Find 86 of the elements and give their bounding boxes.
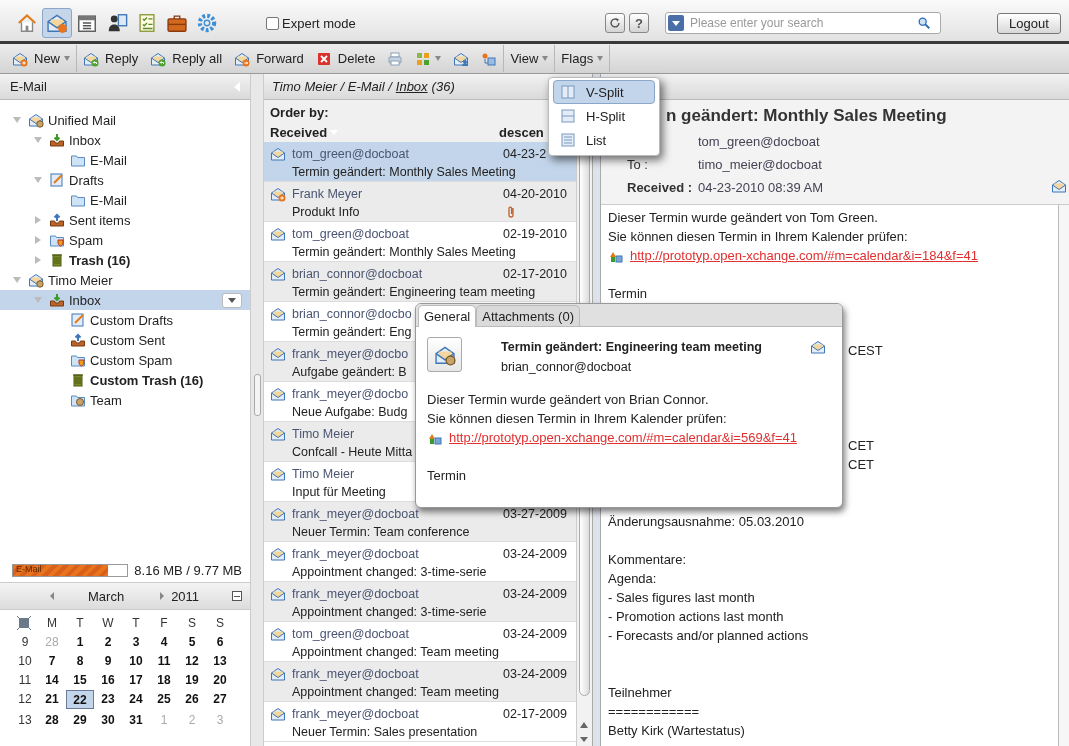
body-text: Sie können diesen Termin in Ihrem Kalender prüfen:: [608, 228, 909, 246]
subject-text: Termin geändert: Engineering team meeting: [292, 285, 536, 299]
body-text: Termin: [608, 285, 648, 303]
date-text: 03-24-2009: [503, 627, 567, 641]
breadcrumb-path: Timo Meier / E-Mail /: [272, 79, 392, 94]
subject-text: Confcall - Heute Mitta: [292, 445, 413, 459]
body-text: Teilnehmer: [608, 684, 673, 702]
body-text: Änderungsausnahme: 05.03.2010: [608, 513, 805, 531]
subject-text: Aufgabe geändert: B: [292, 365, 407, 379]
subject-text: Produkt Info: [292, 205, 360, 219]
subject-text: Termin geändert: Monthly Sales Meeting: [292, 165, 516, 179]
subject-text: Termin geändert: Eng: [292, 325, 412, 339]
popup-text: Dieser Termin wurde geändert von Brian Connor.: [427, 391, 710, 409]
sender-text: frank_meyer@docbo: [292, 387, 409, 401]
sender-text: frank_meyer@docboat: [292, 707, 419, 721]
sender-text: frank_meyer@docboat: [292, 667, 419, 681]
date-text: 02-19-2010: [503, 227, 567, 241]
to-label: To :: [627, 157, 648, 172]
subject-text: Input für Meeting: [292, 485, 386, 499]
subject-text: Termin geändert: Monthly Sales Meeting: [292, 245, 516, 259]
subject-text: Neuer Termin: Sales presentation: [292, 725, 478, 739]
sender-text: Timo Meier: [292, 467, 355, 481]
week-number: 11: [17, 671, 33, 688]
subject-text: Neuer Termin: Team conference: [292, 525, 470, 539]
body-text: Dieser Termin wurde geändert von Tom Green.: [608, 209, 879, 227]
date-text: 04-23-2: [503, 147, 547, 161]
sender-text: frank_meyer@docboat: [292, 587, 419, 601]
subject-text: Appointment changed: Team meeting: [292, 645, 499, 659]
date-text: 02-17-2009: [503, 707, 567, 721]
body-text: - Promotion actions last month: [608, 608, 785, 626]
week-number: 13: [17, 711, 33, 728]
popup-text: Sie können diesen Termin in Ihrem Kalender prüfen:: [427, 410, 728, 428]
body-text: ============: [608, 703, 701, 721]
weekday-label: S: [187, 614, 197, 631]
weekday-label: T: [131, 614, 141, 631]
body-text: CET: [848, 457, 874, 472]
quota-reading: 8.16 MB / 9.77 MB: [134, 562, 242, 578]
from-address: tom_green@docboat: [698, 134, 820, 149]
weekday-label: T: [75, 614, 85, 631]
body-text: Kommentare:: [608, 551, 688, 569]
sender-text: Frank Meyer: [292, 187, 363, 201]
month-label: March: [88, 588, 125, 604]
panel-title: E-Mail: [10, 79, 47, 94]
weekday-label: F: [159, 614, 169, 631]
popup-subject: Termin geändert: Engineering team meeting: [501, 340, 762, 354]
date-text: 03-24-2009: [503, 547, 567, 561]
subject-text: Appointment changed: 3-time-serie: [292, 565, 487, 579]
quota-label: E-Mail: [16, 563, 42, 574]
sender-text: tom_green@docboat: [292, 627, 409, 641]
year-label: 2011: [171, 588, 200, 604]
sender-text: frank_meyer@docboat: [292, 507, 419, 521]
body-text: - Forecasts and/or planned actions: [608, 627, 810, 645]
subject-text: Neue Aufgabe: Budg: [292, 405, 408, 419]
order-by-label: Order by:: [270, 104, 330, 120]
popup-text: Termin: [427, 467, 467, 485]
weekday-label: S: [215, 614, 225, 631]
sender-text: brian_connor@docboat: [292, 267, 423, 281]
received-label: Received :: [627, 180, 693, 195]
week-number: 10: [17, 652, 33, 669]
date-text: 02-17-2010: [503, 267, 567, 281]
weekday-label: M: [46, 614, 58, 631]
body-text: Agenda:: [608, 570, 658, 588]
date-text: 04-20-2010: [503, 187, 567, 201]
popup-sender: brian_connor@docboat: [501, 360, 633, 374]
received-date: 04-23-2010 08:39 AM: [698, 180, 824, 195]
weekday-label: W: [101, 614, 115, 631]
sender-text: Timo Meier: [292, 427, 355, 441]
body-text: Betty Kirk (Wartestatus): [608, 722, 746, 740]
body-text: CET: [848, 438, 874, 453]
body-text: CEST: [848, 343, 883, 358]
sender-text: tom_green@docboat: [292, 227, 409, 241]
message-subject: n geändert: Monthly Sales Meeting: [666, 106, 948, 126]
date-text: 03-27-2009: [503, 507, 567, 521]
week-number: 12: [17, 690, 33, 707]
subject-text: Appointment changed: Team meeting: [292, 685, 499, 699]
subject-text: Appointment changed: 3-time-serie: [292, 605, 487, 619]
date-text: 03-24-2009: [503, 667, 567, 681]
sender-text: frank_meyer@docboat: [292, 547, 419, 561]
sender-text: frank_meyer@docbo: [292, 347, 409, 361]
sender-text: brian_connor@docbo: [292, 307, 412, 321]
date-text: 03-24-2009: [503, 587, 567, 601]
sender-text: tom_green@docboat: [292, 147, 409, 161]
week-number: 9: [20, 633, 30, 650]
to-address: timo_meier@docboat: [698, 157, 822, 172]
message-count: (36): [431, 79, 455, 94]
body-text: - Sales figures last month: [608, 589, 756, 607]
